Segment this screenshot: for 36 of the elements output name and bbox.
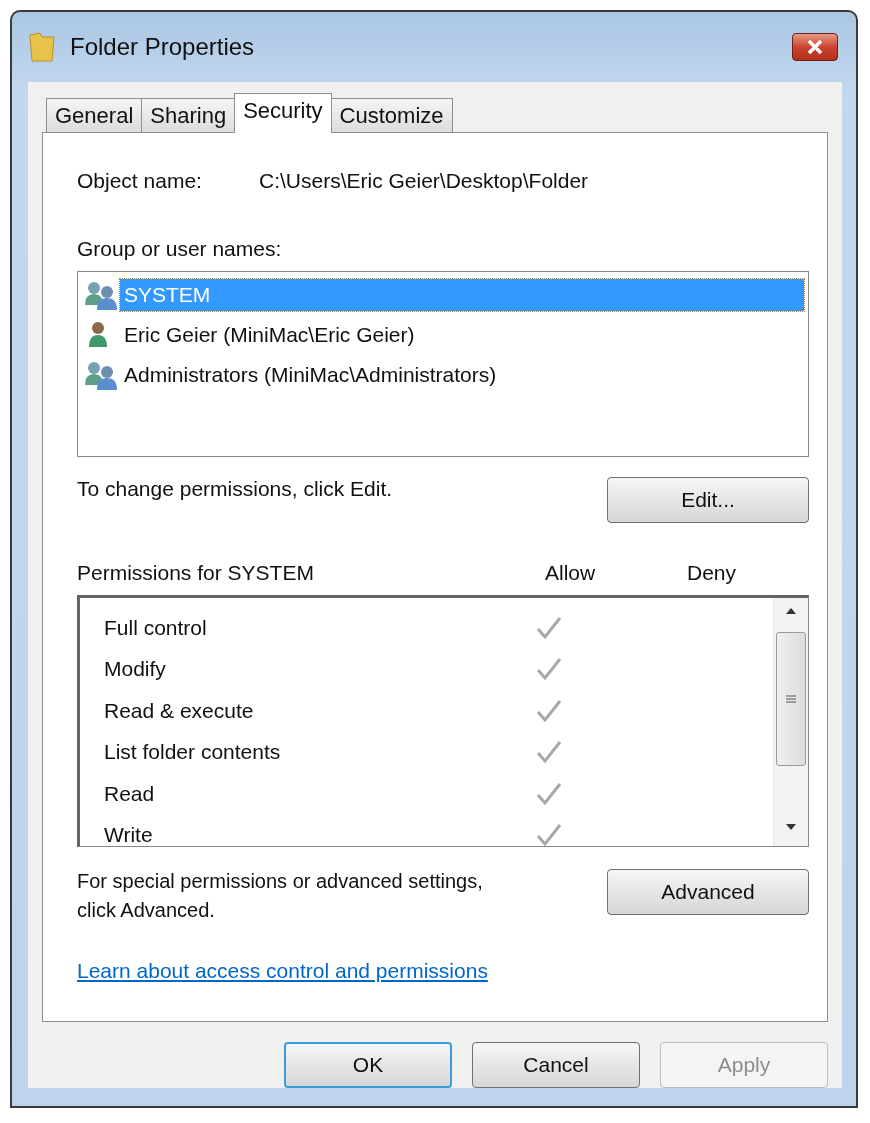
close-icon (806, 39, 824, 55)
user-list-item[interactable]: Administrators (MiniMac\Administrators) (120, 359, 501, 391)
grip-icon (785, 693, 797, 705)
tab[interactable]: Security (234, 93, 332, 133)
tab[interactable]: Sharing (141, 98, 236, 132)
change-hint: To change permissions, click Edit. (77, 477, 393, 501)
scroll-up-icon[interactable] (784, 606, 798, 616)
tab[interactable]: General (46, 98, 143, 132)
object-name-label: Object name: (77, 169, 203, 193)
edit-button[interactable]: Edit... (607, 477, 809, 523)
object-name-value: C:\Users\Eric Geier\Desktop\Folder (259, 169, 589, 193)
advanced-hint: For special permissions or advanced settings, click Advanced. (77, 869, 484, 923)
permission-name: Read & execute (104, 698, 255, 723)
user-group-icon (82, 279, 120, 311)
permissions-title: Permissions for SYSTEM (77, 561, 315, 585)
user-list-item[interactable]: Eric Geier (MiniMac\Eric Geier) (120, 319, 419, 351)
group-label: Group or user names: (77, 237, 282, 261)
folder-icon (28, 31, 56, 63)
dialog-button[interactable]: Cancel (472, 1042, 640, 1088)
permission-name: List folder contents (104, 740, 282, 765)
advanced-button[interactable]: Advanced (607, 869, 809, 915)
window-title: Folder Properties (70, 33, 256, 61)
user-group-icon (82, 359, 120, 391)
permission-name: Modify (104, 657, 167, 682)
scroll-thumb[interactable] (776, 632, 806, 766)
scroll-down-icon[interactable] (784, 822, 798, 832)
deny-header: Deny (687, 561, 737, 585)
permission-name: Read (104, 781, 156, 806)
close-button[interactable] (792, 33, 838, 61)
scrollbar[interactable] (773, 598, 808, 846)
tab[interactable]: Customize (330, 98, 453, 132)
dialog-button[interactable]: OK (284, 1042, 452, 1088)
permission-name: Full control (104, 615, 208, 640)
help-link[interactable]: Learn about access control and permissions (77, 959, 488, 983)
permission-name: Write (104, 823, 154, 846)
allow-header: Allow (545, 561, 597, 585)
